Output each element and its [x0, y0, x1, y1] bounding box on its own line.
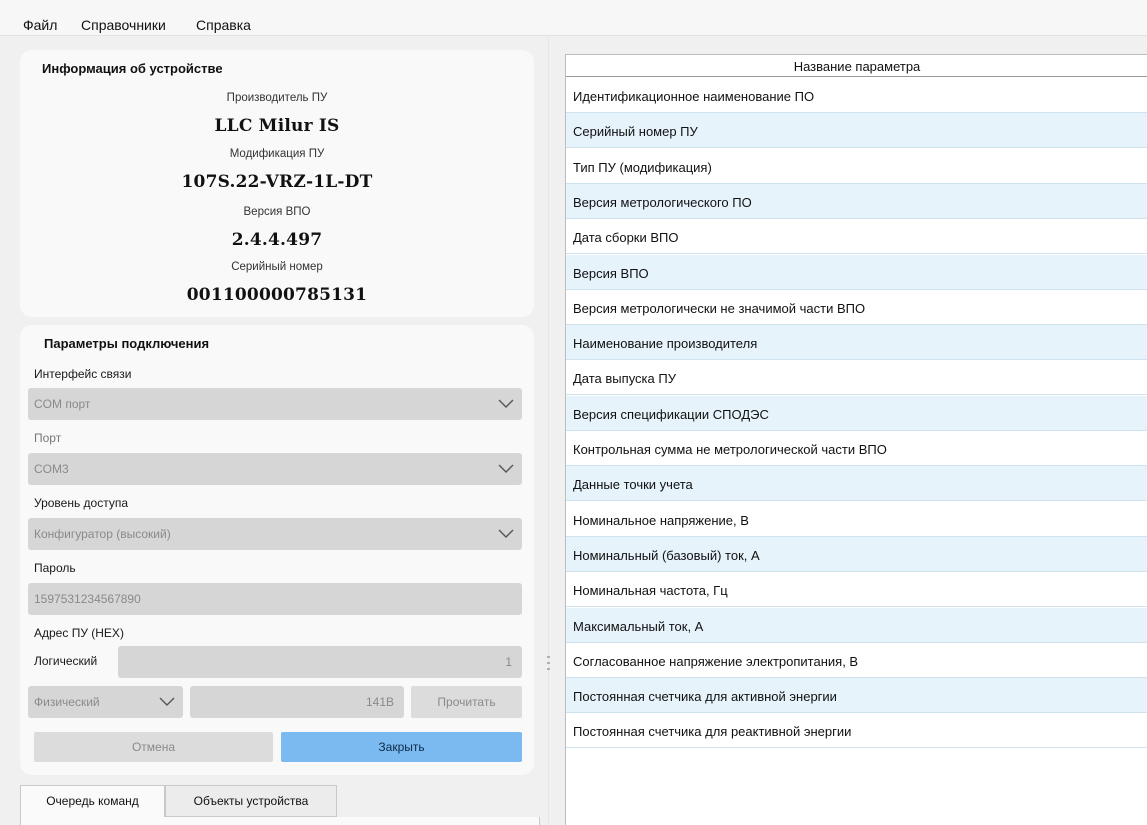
interface-value: COM порт [34, 397, 91, 411]
address-type-value: Физический [34, 695, 100, 709]
manufacturer-label: Производитель ПУ [226, 92, 328, 104]
logical-address-value: 1 [505, 655, 512, 669]
parameter-name: Версия спецификации СПОДЭС [573, 406, 769, 422]
table-row[interactable]: Постоянная счетчика для активной энергии [566, 678, 1147, 714]
table-row[interactable]: Номинальное напряжение, В [566, 502, 1147, 537]
serial-value: 001100000785131 [186, 285, 368, 305]
table-row[interactable]: Дата выпуска ПУ [566, 360, 1147, 396]
firmware-value: 2.4.4.497 [231, 230, 323, 250]
modification-value: 107S.22-VRZ-1L-DT [181, 172, 373, 192]
close-button[interactable]: Закрыть [281, 732, 522, 762]
parameter-name: Максимальный ток, А [573, 618, 704, 634]
parameter-name: Контрольная сумма не метрологической час… [573, 442, 887, 457]
table-row[interactable]: Версия спецификации СПОДЭС [566, 395, 1147, 431]
cancel-button[interactable]: Отмена [34, 732, 273, 762]
parameter-name: Данные точки учета [573, 477, 693, 493]
physical-address-value: 141B [365, 695, 394, 709]
table-row[interactable]: Серийный номер ПУ [566, 113, 1147, 149]
splitter-grip[interactable] [547, 668, 550, 670]
address-label: Адрес ПУ (HEX) [34, 626, 124, 640]
table-row[interactable]: Версия метрологически не значимой части … [566, 290, 1147, 325]
splitter-grip[interactable] [547, 662, 550, 664]
access-level-label: Уровень доступа [34, 496, 129, 510]
tab-command-queue[interactable]: Очередь команд [20, 785, 165, 818]
parameter-name: Дата сборки ВПО [573, 230, 679, 246]
table-row[interactable]: Тип ПУ (модификация) [566, 149, 1147, 184]
table-row[interactable]: Данные точки учета [566, 466, 1147, 502]
parameter-name: Тип ПУ (модификация) [573, 159, 712, 175]
table-row[interactable]: Номинальная частота, Гц [566, 572, 1147, 608]
menu-help[interactable]: Справка [196, 17, 251, 33]
menu-file[interactable]: Файл [23, 17, 57, 33]
table-row[interactable]: Версия ВПО [566, 254, 1147, 290]
table-header[interactable]: Название параметра [566, 55, 1147, 77]
menu-bar: Файл Справочники Справка [0, 0, 1147, 36]
parameter-name: Постоянная счетчика для реактивной энерг… [573, 724, 852, 740]
parameter-name: Серийный номер ПУ [573, 124, 698, 140]
port-label: Порт [34, 431, 62, 445]
table-row[interactable]: Постоянная счетчика для реактивной энерг… [566, 713, 1147, 749]
address-type-select[interactable]: Физический [28, 686, 183, 718]
physical-address-field[interactable]: 141B [190, 686, 404, 718]
serial-label: Серийный номер [231, 261, 323, 273]
parameter-name: Идентификационное наименование ПО [573, 89, 815, 104]
tab-content [20, 817, 540, 825]
read-button[interactable]: Прочитать [411, 686, 522, 718]
chevron-down-icon [498, 399, 514, 408]
parameter-name: Постоянная счетчика для активной энергии [573, 689, 837, 705]
table-row[interactable]: Версия метрологического ПО [566, 183, 1147, 219]
connection-title: Параметры подключения [44, 336, 210, 351]
splitter[interactable] [548, 36, 549, 825]
logical-label: Логический [34, 654, 98, 668]
menu-references[interactable]: Справочники [81, 17, 166, 33]
access-level-value: Конфигуратор (высокий) [34, 527, 171, 541]
parameter-name: Наименование производителя [573, 336, 758, 352]
modification-label: Модификация ПУ [229, 148, 325, 160]
splitter-grip[interactable] [547, 656, 550, 658]
interface-label: Интерфейс связи [34, 367, 132, 381]
table-row[interactable]: Согласованное напряжение электропитания,… [566, 643, 1147, 678]
port-select[interactable]: COM3 [28, 453, 522, 485]
manufacturer-value: LLC Milur IS [214, 116, 340, 136]
tab-device-objects[interactable]: Объекты устройства [165, 785, 337, 817]
table-row[interactable]: Дата сборки ВПО [566, 219, 1147, 255]
password-value: 1597531234567890 [34, 592, 141, 606]
parameter-name: Номинальный (базовый) ток, А [573, 547, 760, 563]
parameter-name: Номинальное напряжение, В [573, 512, 749, 528]
device-info-title: Информация об устройстве [42, 61, 223, 76]
device-info-panel: Информация об устройстве Производитель П… [20, 50, 534, 317]
parameter-name: Согласованное напряжение электропитания,… [573, 653, 859, 669]
port-value: COM3 [34, 462, 69, 476]
parameter-name: Номинальная частота, Гц [573, 583, 728, 599]
firmware-label: Версия ВПО [243, 206, 311, 218]
parameter-name: Версия метрологически не значимой части … [573, 300, 866, 316]
logical-address-field[interactable]: 1 [118, 646, 522, 678]
chevron-down-icon [498, 529, 514, 538]
parameter-name: Версия метрологического ПО [573, 194, 752, 210]
parameter-name: Дата выпуска ПУ [573, 371, 676, 387]
access-level-select[interactable]: Конфигуратор (высокий) [28, 518, 522, 550]
password-field[interactable]: 1597531234567890 [28, 583, 522, 615]
chevron-down-icon [498, 464, 514, 473]
password-label: Пароль [34, 561, 76, 575]
table-row[interactable]: Номинальный (базовый) ток, А [566, 536, 1147, 572]
parameter-name: Версия ВПО [573, 265, 649, 281]
interface-select[interactable]: COM порт [28, 388, 522, 420]
table-row[interactable]: Наименование производителя [566, 325, 1147, 361]
table-row[interactable]: Контрольная сумма не метрологической час… [566, 431, 1147, 466]
table-row[interactable]: Идентификационное наименование ПО [566, 78, 1147, 113]
table-row[interactable]: Максимальный ток, А [566, 607, 1147, 643]
chevron-down-icon [159, 697, 175, 706]
parameter-table: Название параметра Идентификационное наи… [565, 54, 1147, 825]
